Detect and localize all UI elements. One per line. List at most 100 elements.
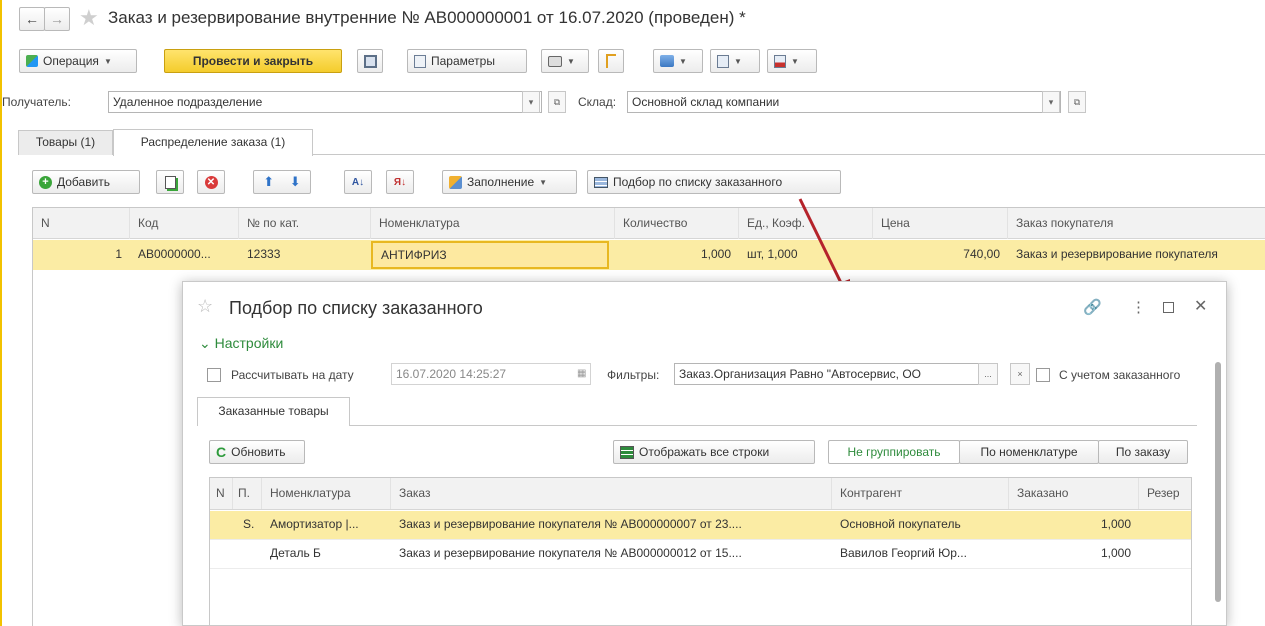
filters-field[interactable]: Заказ.Организация Равно "Автосервис, ОО (674, 363, 981, 385)
column-header[interactable]: Количество (615, 208, 739, 239)
link-icon[interactable]: 🔗 (1083, 298, 1102, 316)
refresh-icon: C (216, 444, 227, 460)
table-cell: Основной покупатель (840, 517, 961, 531)
recipient-open-button[interactable]: ⧉ (548, 91, 566, 113)
chevron-down-icon: ▾ (1048, 96, 1054, 107)
chevron-down-icon: ▼ (539, 177, 548, 187)
table-cell: Деталь Б (270, 546, 321, 560)
save-button[interactable] (357, 49, 383, 73)
parameters-icon (414, 54, 426, 68)
sort-asc-button[interactable]: A↓ (344, 170, 372, 194)
with-ordered-checkbox[interactable] (1036, 368, 1050, 382)
table-cell-active[interactable]: АНТИФРИЗ (371, 241, 609, 269)
print-button[interactable]: ▼ (541, 49, 589, 73)
copy-button[interactable] (156, 170, 184, 194)
calendar-icon[interactable]: ▦ (577, 368, 586, 379)
filters-clear-button[interactable]: × (1010, 363, 1030, 385)
ordered-goods-table[interactable]: N П. Номенклатура Заказ Контрагент Заказ… (209, 477, 1192, 626)
delete-button[interactable]: ✕ (197, 170, 225, 194)
clear-icon: × (1017, 369, 1023, 379)
fill-button[interactable]: Заполнение ▼ (442, 170, 577, 194)
column-header[interactable]: Номенклатура (262, 478, 391, 509)
show-all-rows-button[interactable]: Отображать все строки (613, 440, 815, 464)
create-based-button[interactable]: ▼ (653, 49, 703, 73)
document-icon (774, 54, 786, 68)
arrow-line (798, 198, 846, 290)
add-button[interactable]: + Добавить (32, 170, 140, 194)
recipient-field[interactable]: Удаленное подразделение (108, 91, 542, 113)
star-icon[interactable]: ☆ (197, 296, 213, 317)
warehouse-dropdown-button[interactable]: ▾ (1042, 91, 1060, 113)
filters-value: Заказ.Организация Равно "Автосервис, ОО (679, 367, 921, 381)
tab-order-distribution-label: Распределение заказа (1) (140, 135, 286, 149)
create-based-icon (660, 55, 674, 67)
table-cell: 12333 (247, 247, 281, 261)
parameters-button[interactable]: Параметры (407, 49, 527, 73)
tab-ordered-goods-label: Заказанные товары (218, 404, 329, 418)
recipient-dropdown-button[interactable]: ▾ (522, 91, 540, 113)
more-button[interactable]: ▼ (767, 49, 817, 73)
table-row[interactable]: Деталь Б Заказ и резервирование покупате… (210, 540, 1191, 568)
sort-asc-icon: A↓ (351, 176, 365, 188)
column-header[interactable]: Заказано (1009, 478, 1139, 509)
back-button[interactable]: ← (19, 7, 45, 31)
group-by-item-button[interactable]: По номенклатуре (959, 440, 1099, 464)
maximize-icon[interactable] (1163, 302, 1174, 313)
refresh-button[interactable]: C Обновить (209, 440, 305, 464)
column-header[interactable]: N (210, 478, 233, 509)
post-and-close-button[interactable]: Провести и закрыть (164, 49, 342, 73)
star-icon[interactable]: ★ (79, 5, 99, 31)
tab-goods[interactable]: Товары (1) (18, 130, 113, 155)
pick-from-ordered-button[interactable]: Подбор по списку заказанного (587, 170, 841, 194)
forward-button[interactable]: → (44, 7, 70, 31)
parameters-label: Параметры (431, 54, 495, 68)
column-header[interactable]: Цена (873, 208, 1008, 239)
group-none-button[interactable]: Не группировать (828, 440, 960, 464)
reports-button[interactable]: ▼ (710, 49, 760, 73)
arrow-down-icon[interactable]: ⬇ (290, 174, 301, 190)
sort-desc-button[interactable]: Я↓ (386, 170, 414, 194)
table-row[interactable]: 1 АВ0000000... 12333 АНТИФРИЗ 1,000 шт, … (33, 240, 1265, 270)
table-cell: 1,000 (1100, 546, 1131, 560)
operation-label: Операция (43, 54, 99, 68)
arrow-up-icon[interactable]: ⬆ (263, 174, 274, 190)
column-header[interactable]: Заказ (391, 478, 832, 509)
warehouse-field[interactable]: Основной склад компании (627, 91, 1061, 113)
save-icon (363, 54, 377, 68)
column-header[interactable]: Резер (1139, 478, 1191, 509)
table-cell: 740,00 (963, 247, 1000, 261)
date-value: 16.07.2020 14:25:27 (396, 367, 507, 381)
move-buttons[interactable]: ⬆ ⬇ (253, 170, 311, 194)
calc-on-date-checkbox[interactable] (207, 368, 221, 382)
recipient-value: Удаленное подразделение (113, 95, 263, 109)
plus-circle-icon: + (39, 175, 52, 189)
tab-ordered-goods[interactable]: Заказанные товары (197, 397, 350, 426)
settings-group[interactable]: ⌄ Настройки (199, 335, 283, 352)
column-header[interactable]: № по кат. (239, 208, 371, 239)
filters-more-button[interactable]: ... (978, 363, 998, 385)
table-cell: S. (243, 517, 255, 531)
structure-button[interactable] (598, 49, 624, 73)
operation-button[interactable]: Операция ▼ (19, 49, 137, 73)
tab-order-distribution[interactable]: Распределение заказа (1) (113, 129, 313, 156)
chevron-down-icon: ⌄ (199, 335, 211, 351)
table-header: N Код № по кат. Номенклатура Количество … (33, 208, 1265, 239)
column-header[interactable]: N (33, 208, 130, 239)
column-header[interactable]: П. (233, 478, 262, 509)
date-field[interactable]: 16.07.2020 14:25:27 (391, 363, 591, 385)
group-by-order-button[interactable]: По заказу (1098, 440, 1188, 464)
column-header[interactable]: Контрагент (832, 478, 1009, 509)
column-header[interactable]: Номенклатура (371, 208, 615, 239)
group-none-label: Не группировать (847, 445, 941, 459)
table-row[interactable]: S. Амортизатор |... Заказ и резервирован… (210, 511, 1191, 539)
dialog-scrollbar[interactable] (1215, 362, 1221, 602)
table-cell: Вавилов Георгий Юр... (840, 546, 967, 560)
column-header[interactable]: Код (130, 208, 239, 239)
column-header[interactable]: Заказ покупателя (1008, 208, 1265, 239)
close-icon[interactable]: ✕ (1194, 296, 1207, 316)
refresh-label: Обновить (231, 445, 286, 459)
window-edge (0, 0, 2, 626)
warehouse-open-button[interactable]: ⧉ (1068, 91, 1086, 113)
more-icon[interactable]: ⋮ (1131, 298, 1146, 316)
add-label: Добавить (57, 175, 111, 189)
